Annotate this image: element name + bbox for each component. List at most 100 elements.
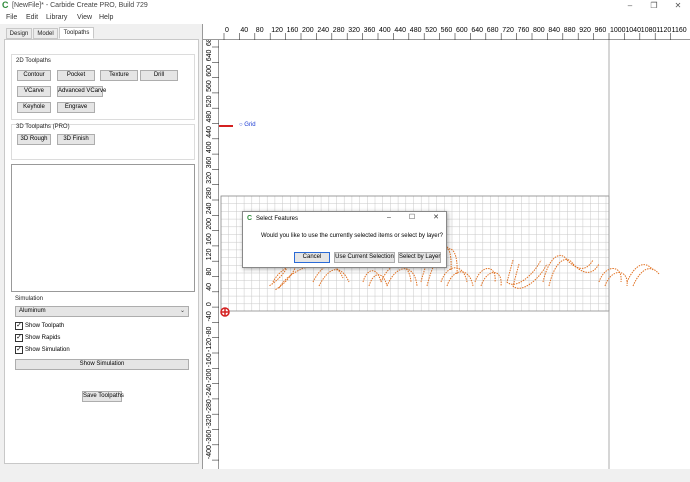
dialog-minimize-button[interactable]: – xyxy=(383,213,395,223)
save-toolpaths-button[interactable]: Save Toolpaths xyxy=(82,391,124,402)
ruler-top-label: 0 xyxy=(225,27,229,34)
ruler-top-svg: 0 40 80 120 160 200 240 280 320 360 400 440 480 520 56… xyxy=(223,27,687,40)
ruler-top-label: 360 xyxy=(364,27,376,34)
restore-button[interactable]: ❐ xyxy=(642,0,666,12)
ruler-left-label: 560 xyxy=(206,80,213,92)
grid-legend: ○ Grid xyxy=(239,122,256,128)
origin-icon xyxy=(220,307,230,317)
dialog-message: Would you like to use the currently sele… xyxy=(261,233,443,239)
dialog-maximize-button[interactable]: ☐ xyxy=(406,213,418,223)
ruler-top-label: 960 xyxy=(595,27,607,34)
ruler-left-label: 600 xyxy=(206,65,213,77)
menu-edit[interactable]: Edit xyxy=(26,13,38,23)
advanced-vcarve-button[interactable]: Advanced VCarve xyxy=(57,86,106,97)
3d-finish-button[interactable]: 3D Finish xyxy=(57,134,95,145)
ruler-top-label: 680 xyxy=(487,27,499,34)
ruler-left-label: -40 xyxy=(206,311,213,321)
texture-button[interactable]: Texture xyxy=(100,70,138,81)
use-current-selection-button[interactable]: Use Current Selection xyxy=(334,252,395,263)
ruler-top-label: 120 xyxy=(271,27,283,34)
ruler-top-label: 320 xyxy=(348,27,360,34)
carbide-c-icon: C xyxy=(247,215,253,222)
menu-file[interactable]: File xyxy=(6,13,17,23)
ruler-top-label: 280 xyxy=(333,27,345,34)
ruler-top-label: 800 xyxy=(533,27,545,34)
ruler-top-label: 80 xyxy=(256,27,264,34)
toolpaths-2d-title: 2D Toolpaths xyxy=(16,58,51,64)
pocket-button[interactable]: Pocket xyxy=(57,70,95,81)
ruler-left-label: -360 xyxy=(206,430,213,444)
dialog-close-button[interactable]: ✕ xyxy=(430,213,442,223)
ruler-left-label: -240 xyxy=(206,384,213,398)
ruler-left-label: 440 xyxy=(206,126,213,138)
tab-toolpaths[interactable]: Toolpaths xyxy=(59,27,94,39)
ruler-top-label: 600 xyxy=(456,27,468,34)
minimize-button[interactable]: – xyxy=(618,0,642,12)
window-title: [NewFile]* - Carbide Create PRO, Build 7… xyxy=(12,2,148,9)
show-simulation-label: Show Simulation xyxy=(25,347,70,353)
show-simulation-checkbox[interactable]: ✓ xyxy=(15,346,23,354)
ruler-left: 680 640 600 560 520 480 440 400 360 320 280 240 200 1… xyxy=(203,34,219,469)
select-by-layer-button[interactable]: Select by Layer xyxy=(398,252,441,263)
ruler-left-label: 0 xyxy=(206,302,213,306)
ruler-left-label: 680 xyxy=(206,40,213,46)
ruler-top-label: 640 xyxy=(471,27,483,34)
ruler-left-label: 120 xyxy=(206,248,213,260)
ruler-top-label: 1160 xyxy=(672,27,687,34)
ruler-top-label: 920 xyxy=(579,27,591,34)
chevron-down-icon: ⌄ xyxy=(179,308,185,314)
ruler-top-label: 880 xyxy=(564,27,576,34)
title-bar: C [NewFile]* - Carbide Create PRO, Build… xyxy=(0,0,690,12)
select-features-dialog: C Select Features – ☐ ✕ Would you like t… xyxy=(242,211,447,268)
3d-rough-button[interactable]: 3D Rough xyxy=(17,134,51,145)
tab-model[interactable]: Model xyxy=(33,28,58,39)
toolpath-list[interactable] xyxy=(11,164,195,292)
toolpaths-3d-title: 3D Toolpaths (PRO) xyxy=(16,124,70,130)
ruler-left-label: -400 xyxy=(206,445,213,459)
toolpaths-2d-group: 2D Toolpaths Contour Pocket Texture Dril… xyxy=(11,54,195,120)
menu-library[interactable]: Library xyxy=(46,13,67,23)
engrave-button[interactable]: Engrave xyxy=(57,102,95,113)
ruler-top-label: 560 xyxy=(441,27,453,34)
vcarve-button[interactable]: VCarve xyxy=(17,86,51,97)
ruler-left-label: 480 xyxy=(206,111,213,123)
ruler-left-label: -160 xyxy=(206,353,213,367)
grid-label-text: Grid xyxy=(244,122,256,128)
menu-view[interactable]: View xyxy=(77,13,92,23)
ruler-top-label: 840 xyxy=(548,27,560,34)
show-toolpath-label: Show Toolpath xyxy=(25,323,65,329)
show-rapids-label: Show Rapids xyxy=(25,335,61,341)
menu-bar: File Edit Library View Help xyxy=(0,12,690,24)
ruler-top-label: 200 xyxy=(302,27,314,34)
show-toolpath-checkbox[interactable]: ✓ xyxy=(15,322,23,330)
ruler-top-label: 40 xyxy=(240,27,248,34)
ruler-top-label: 240 xyxy=(317,27,329,34)
cancel-button[interactable]: Cancel xyxy=(294,252,330,263)
ruler-top-label: 1040 xyxy=(625,27,641,34)
ruler-top-label: 440 xyxy=(394,27,406,34)
ruler-left-label: -280 xyxy=(206,399,213,413)
menu-help[interactable]: Help xyxy=(99,13,113,23)
contour-button[interactable]: Contour xyxy=(17,70,51,81)
keyhole-button[interactable]: Keyhole xyxy=(17,102,51,113)
ruler-top: 0 40 80 120 160 200 240 280 320 360 400 440 480 520 56… xyxy=(203,24,690,40)
toolpaths-panel-body: 2D Toolpaths Contour Pocket Texture Dril… xyxy=(4,39,199,464)
ruler-top-label: 480 xyxy=(410,27,422,34)
simulation-title: Simulation xyxy=(15,296,44,302)
ruler-left-label: 280 xyxy=(206,187,213,199)
show-simulation-button[interactable]: Show Simulation xyxy=(15,359,189,370)
ruler-top-label: 1000 xyxy=(610,27,626,34)
ruler-left-label: -200 xyxy=(206,368,213,382)
ruler-top-label: 760 xyxy=(518,27,530,34)
drill-button[interactable]: Drill xyxy=(140,70,178,81)
ruler-top-label: 1080 xyxy=(641,27,657,34)
close-button[interactable]: ✕ xyxy=(666,0,690,12)
tab-design[interactable]: Design xyxy=(6,28,32,39)
ruler-left-label: 640 xyxy=(206,50,213,62)
ruler-left-label: 200 xyxy=(206,218,213,230)
material-select[interactable]: Aluminum ⌄ xyxy=(15,306,189,317)
ruler-left-label: 320 xyxy=(206,172,213,184)
ruler-left-label: -80 xyxy=(206,326,213,336)
ruler-left-svg: 6806406005605204804404003603202802402001… xyxy=(206,34,219,461)
show-rapids-checkbox[interactable]: ✓ xyxy=(15,334,23,342)
